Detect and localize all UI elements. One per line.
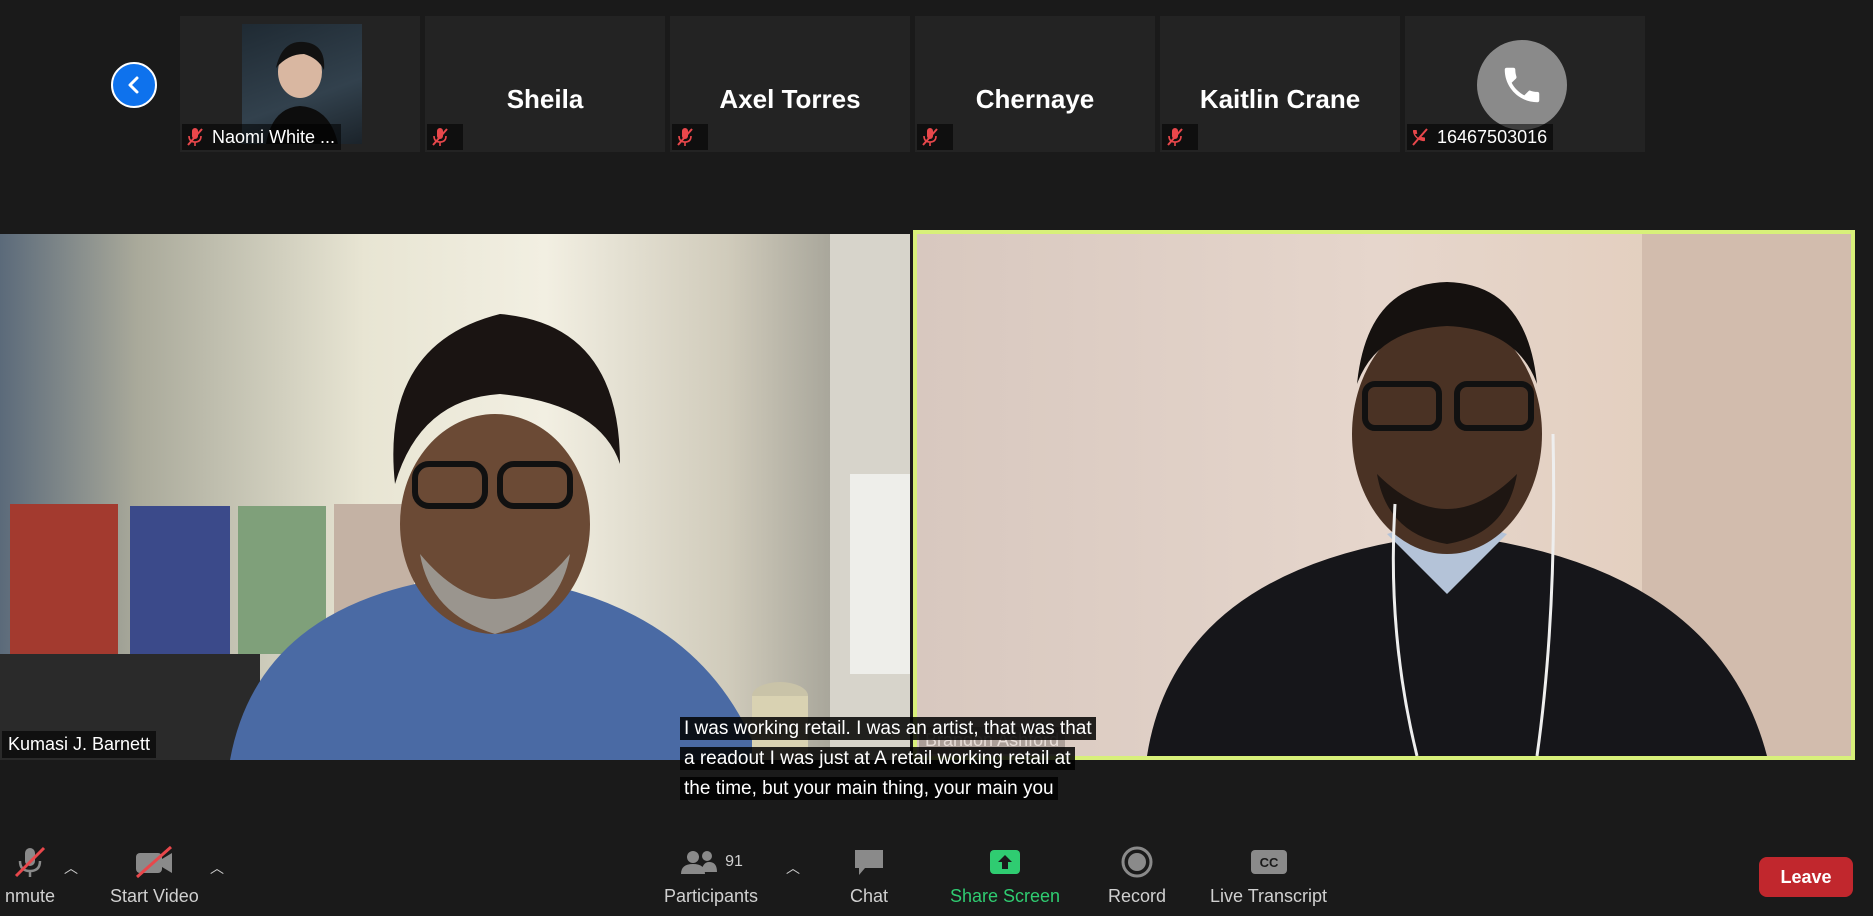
participant-tile-naomi[interactable]: Naomi White ... <box>180 16 420 152</box>
share-screen-label: Share Screen <box>950 886 1061 906</box>
mic-muted-icon <box>922 128 938 146</box>
caption-line: I was working retail. I was an artist, t… <box>680 717 1096 740</box>
mic-muted-icon <box>677 128 693 146</box>
meeting-toolbar: nmute ︿ Start Video ︿ 91 Participants ︿ <box>0 836 1873 916</box>
participants-label: Participants <box>664 886 759 906</box>
live-transcript-label: Live Transcript <box>1210 886 1328 906</box>
participant-name: Chernaye <box>975 84 1095 114</box>
mic-muted-icon <box>432 128 448 146</box>
live-caption: I was working retail. I was an artist, t… <box>680 714 1150 804</box>
participant-tile-phone[interactable]: 16467503016 <box>1405 16 1645 152</box>
participants-button[interactable]: 91 Participants <box>664 844 758 907</box>
participants-options-caret[interactable]: ︿ <box>786 858 800 878</box>
participant-name: Sheila <box>506 84 584 114</box>
chat-icon <box>851 844 887 880</box>
cc-icon: CC <box>1249 844 1289 880</box>
unmute-label: nmute <box>4 886 56 906</box>
video-feed-right <box>1147 234 1851 756</box>
svg-text:CC: CC <box>1259 855 1278 870</box>
share-screen-icon <box>987 844 1023 880</box>
phone-muted-icon <box>1412 128 1428 146</box>
start-video-button[interactable]: Start Video <box>110 844 199 907</box>
participant-tile-sheila[interactable]: Sheila <box>425 16 665 152</box>
audio-options-caret[interactable]: ︿ <box>64 858 78 878</box>
record-label: Record <box>1108 886 1167 906</box>
video-tile-right-active-speaker[interactable]: Brandon Ashford <box>913 230 1855 760</box>
participant-name: Kaitlin Crane <box>1199 84 1361 114</box>
participant-tile-chernaye[interactable]: Chernaye <box>915 16 1155 152</box>
participant-footer <box>672 124 708 150</box>
participant-name: 16467503016 <box>1437 126 1548 147</box>
video-off-icon <box>133 844 175 880</box>
record-icon <box>1119 844 1155 880</box>
mic-muted-icon <box>187 128 203 146</box>
participant-tile-kaitlin[interactable]: Kaitlin Crane <box>1160 16 1400 152</box>
live-transcript-button[interactable]: CC Live Transcript <box>1210 844 1327 907</box>
chevron-left-icon <box>128 76 139 94</box>
chat-button[interactable]: Chat <box>850 844 888 907</box>
participant-footer: 16467503016 <box>1407 124 1554 150</box>
participant-footer: Naomi White ... <box>182 124 342 150</box>
participant-footer <box>427 124 463 150</box>
video-tile-left[interactable]: Kumasi J. Barnett <box>0 234 910 760</box>
mic-muted-icon <box>1167 128 1183 146</box>
caption-line: a readout I was just at A retail working… <box>680 747 1075 770</box>
phone-avatar <box>1477 40 1567 130</box>
video-feed-left <box>0 234 910 760</box>
participant-footer <box>917 124 953 150</box>
participant-tile-axel[interactable]: Axel Torres <box>670 16 910 152</box>
share-screen-button[interactable]: Share Screen <box>950 844 1060 907</box>
participants-icon: 91 <box>679 844 743 880</box>
chat-label: Chat <box>850 886 889 906</box>
participant-footer <box>1162 124 1198 150</box>
unmute-button[interactable]: nmute <box>0 844 60 907</box>
leave-button[interactable]: Leave <box>1759 857 1853 897</box>
video-options-caret[interactable]: ︿ <box>210 858 224 878</box>
participants-count: 91 <box>725 853 743 870</box>
start-video-label: Start Video <box>110 886 199 906</box>
participant-name: Axel Torres <box>719 84 861 114</box>
caption-line: the time, but your main thing, your main… <box>680 777 1058 800</box>
record-button[interactable]: Record <box>1108 844 1166 907</box>
phone-icon <box>1504 67 1540 103</box>
strip-back-button[interactable] <box>111 62 157 108</box>
video-label-left: Kumasi J. Barnett <box>2 731 157 758</box>
participant-name: Naomi White ... <box>212 126 336 147</box>
mic-muted-icon <box>12 844 48 880</box>
